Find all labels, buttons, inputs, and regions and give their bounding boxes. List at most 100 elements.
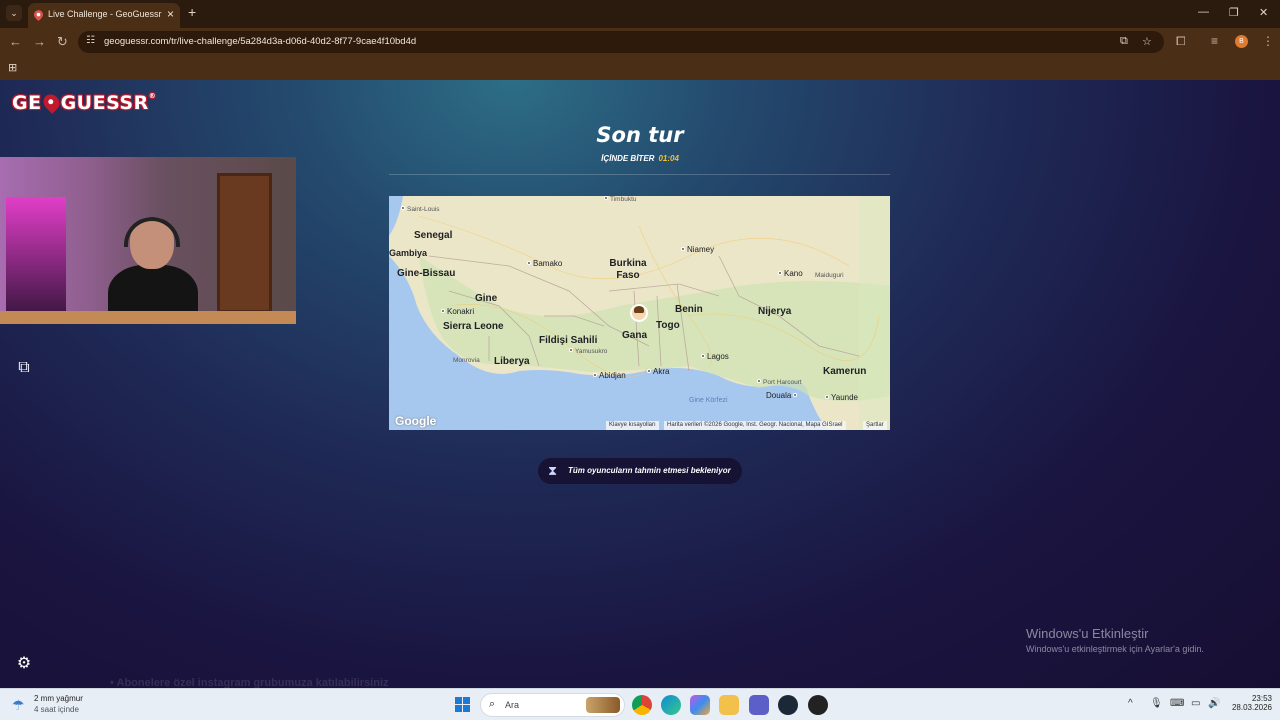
map-city-kano: Kano bbox=[778, 269, 803, 278]
teams-app-icon[interactable] bbox=[749, 695, 769, 715]
url-text[interactable]: geoguessr.com/tr/live-challenge/5a284d3a… bbox=[104, 36, 416, 47]
map-label-liberia: Liberya bbox=[494, 356, 530, 367]
waiting-status: ⧗ Tüm oyuncuların tahmin etmesi bekleniy… bbox=[538, 458, 742, 484]
active-tab[interactable]: Live Challenge - GeoGuessr × bbox=[28, 3, 180, 28]
network-icon[interactable]: ▭ bbox=[1191, 698, 1200, 709]
map-label-sierra-leone: Sierra Leone bbox=[443, 321, 504, 332]
minimize-icon[interactable]: — bbox=[1198, 6, 1209, 18]
taskbar-search[interactable]: ⌕ Ara bbox=[480, 693, 625, 717]
map-city-saint-louis: Saint-Louis bbox=[401, 206, 440, 213]
activation-subtitle: Windows'u etkinleştirmek için Ayarlar'a … bbox=[1026, 644, 1204, 654]
show-hidden-icons[interactable]: ^ bbox=[1128, 698, 1133, 709]
browser-toolbar: ← → ↻ ☷ geoguessr.com/tr/live-challenge/… bbox=[0, 28, 1280, 56]
tab-search-icon[interactable]: ⌄ bbox=[6, 5, 22, 21]
extensions-icon[interactable]: ⧠ bbox=[1176, 34, 1186, 49]
clock-time: 23:53 bbox=[1251, 694, 1272, 703]
address-bar[interactable]: ☷ geoguessr.com/tr/live-challenge/5a284d… bbox=[78, 31, 1164, 53]
map-city-douala: Douala bbox=[766, 391, 799, 400]
map-data-attribution: Harita verileri ©2026 Google, Inst. Geog… bbox=[664, 421, 846, 430]
geoguessr-logo[interactable]: GE GUESSR® bbox=[12, 91, 157, 118]
webcam-overlay bbox=[0, 157, 296, 324]
result-map[interactable]: Senegal Gambiya Gine-Bissau Gine Sierra … bbox=[389, 196, 890, 430]
webcam-desk bbox=[0, 311, 296, 324]
map-label-ghana: Gana bbox=[622, 330, 648, 341]
tab-title: Live Challenge - GeoGuessr bbox=[48, 9, 162, 19]
volume-icon[interactable]: 🔊 bbox=[1208, 698, 1220, 709]
file-explorer-icon[interactable] bbox=[719, 695, 739, 715]
bookmark-star-icon[interactable]: ☆ bbox=[1142, 35, 1152, 48]
new-tab-icon[interactable]: + bbox=[188, 4, 196, 20]
timer-label: İÇİNDE BİTER bbox=[601, 154, 655, 163]
chrome-app-icon[interactable] bbox=[632, 695, 652, 715]
map-city-accra: Akra bbox=[647, 367, 669, 376]
restore-icon[interactable]: ❐ bbox=[1229, 6, 1239, 19]
map-city-abidjan: Abidjan bbox=[593, 371, 626, 380]
map-label-cameroon: Kamerun bbox=[823, 366, 867, 377]
map-label-guinea-bissau: Gine-Bissau bbox=[397, 268, 456, 279]
round-title: Son tur bbox=[596, 123, 684, 147]
player-guess-avatar[interactable] bbox=[630, 304, 648, 322]
map-city-port-harcourt: Port Harcourt bbox=[757, 379, 802, 386]
stream-promo-text: • Abonelere özel instagram grubumuza kat… bbox=[110, 677, 389, 688]
activation-title: Windows'u Etkinleştir bbox=[1026, 626, 1149, 641]
map-city-conakry: Konakri bbox=[441, 307, 474, 316]
webcam-streamer bbox=[108, 217, 198, 324]
round-timer: İÇİNDE BİTER 01:04 bbox=[540, 154, 740, 163]
copilot-app-icon[interactable] bbox=[690, 695, 710, 715]
media-control-icon[interactable]: ≡ bbox=[1211, 34, 1218, 48]
obs-app-icon[interactable] bbox=[808, 695, 828, 715]
map-label-guinea: Gine bbox=[475, 293, 498, 304]
rain-weather-icon[interactable]: ☂ bbox=[12, 697, 25, 714]
close-window-icon[interactable]: ✕ bbox=[1259, 6, 1268, 19]
keyboard-shortcuts-link[interactable]: Klavye kısayolları bbox=[606, 421, 659, 430]
steam-app-icon[interactable] bbox=[778, 695, 798, 715]
logo-pin-icon bbox=[39, 91, 63, 114]
waiting-text: Tüm oyuncuların tahmin etmesi bekleniyor bbox=[568, 466, 731, 475]
microphone-icon[interactable]: 🎙 bbox=[1150, 698, 1163, 709]
hourglass-icon: ⧗ bbox=[548, 463, 558, 478]
map-city-timbuktu: Timbuktu bbox=[604, 196, 637, 203]
map-label-senegal: Senegal bbox=[414, 230, 453, 241]
map-city-monrovia: Monrovia bbox=[453, 357, 480, 364]
keyboard-icon[interactable]: ⌨ bbox=[1170, 698, 1184, 709]
profile-avatar[interactable]: B bbox=[1235, 35, 1248, 48]
map-label-cote-divoire: Fildişi Sahili bbox=[539, 335, 598, 346]
logo-text-start: GE bbox=[12, 92, 42, 114]
windows-start-icon[interactable] bbox=[455, 697, 471, 713]
close-tab-icon[interactable]: × bbox=[167, 7, 174, 21]
logo-text-end: GUESSR bbox=[60, 92, 149, 114]
weather-forecast[interactable]: 2 mm yağmur bbox=[34, 694, 83, 703]
map-city-yaounde: Yaunde bbox=[825, 393, 858, 402]
browser-menu-icon[interactable]: ⋮ bbox=[1262, 34, 1274, 48]
back-icon[interactable]: ← bbox=[9, 34, 22, 49]
map-label-nigeria: Nijerya bbox=[758, 306, 792, 317]
search-placeholder: Ara bbox=[505, 700, 520, 710]
windows-activation-watermark: Windows'u Etkinleştir Windows'u etkinleş… bbox=[1026, 626, 1204, 654]
title-divider bbox=[389, 174, 890, 175]
map-label-burkina-faso: Burkina Faso bbox=[609, 258, 647, 281]
map-city-bamako: Bamako bbox=[527, 259, 562, 268]
map-city-yamoussoukro: Yamusukro bbox=[569, 348, 607, 355]
reload-icon[interactable]: ↻ bbox=[57, 34, 68, 50]
terms-link[interactable]: Şartlar bbox=[863, 421, 887, 430]
game-page: GE GUESSR® ⧉ ⚙ Son tur İÇİNDE BİTER 01:04 bbox=[0, 80, 1280, 688]
clock-date: 28.03.2026 bbox=[1231, 703, 1272, 712]
map-city-lagos: Lagos bbox=[701, 352, 729, 361]
geoguessr-favicon-icon bbox=[34, 10, 43, 21]
search-icon: ⌕ bbox=[489, 698, 496, 710]
map-city-maiduguri: Maiduguri bbox=[815, 272, 844, 279]
install-app-icon[interactable]: ⧉ bbox=[1120, 35, 1128, 48]
apps-grid-icon[interactable]: ⊞ bbox=[8, 61, 17, 74]
map-exit-icon[interactable]: ⧉ bbox=[13, 357, 35, 379]
site-info-icon[interactable]: ☷ bbox=[86, 35, 98, 47]
timer-value: 01:04 bbox=[658, 154, 679, 163]
map-label-togo: Togo bbox=[656, 320, 680, 331]
browser-tab-bar: ⌄ Live Challenge - GeoGuessr × + — ❐ ✕ bbox=[0, 0, 1280, 28]
taskbar-clock[interactable]: 23:53 28.03.2026 bbox=[1230, 694, 1272, 712]
search-highlight-image bbox=[586, 697, 620, 713]
settings-gear-icon[interactable]: ⚙ bbox=[13, 653, 35, 675]
map-city-niamey: Niamey bbox=[681, 245, 714, 254]
logo-registered: ® bbox=[148, 92, 157, 100]
forward-icon[interactable]: → bbox=[33, 34, 46, 49]
edge-app-icon[interactable] bbox=[661, 695, 681, 715]
